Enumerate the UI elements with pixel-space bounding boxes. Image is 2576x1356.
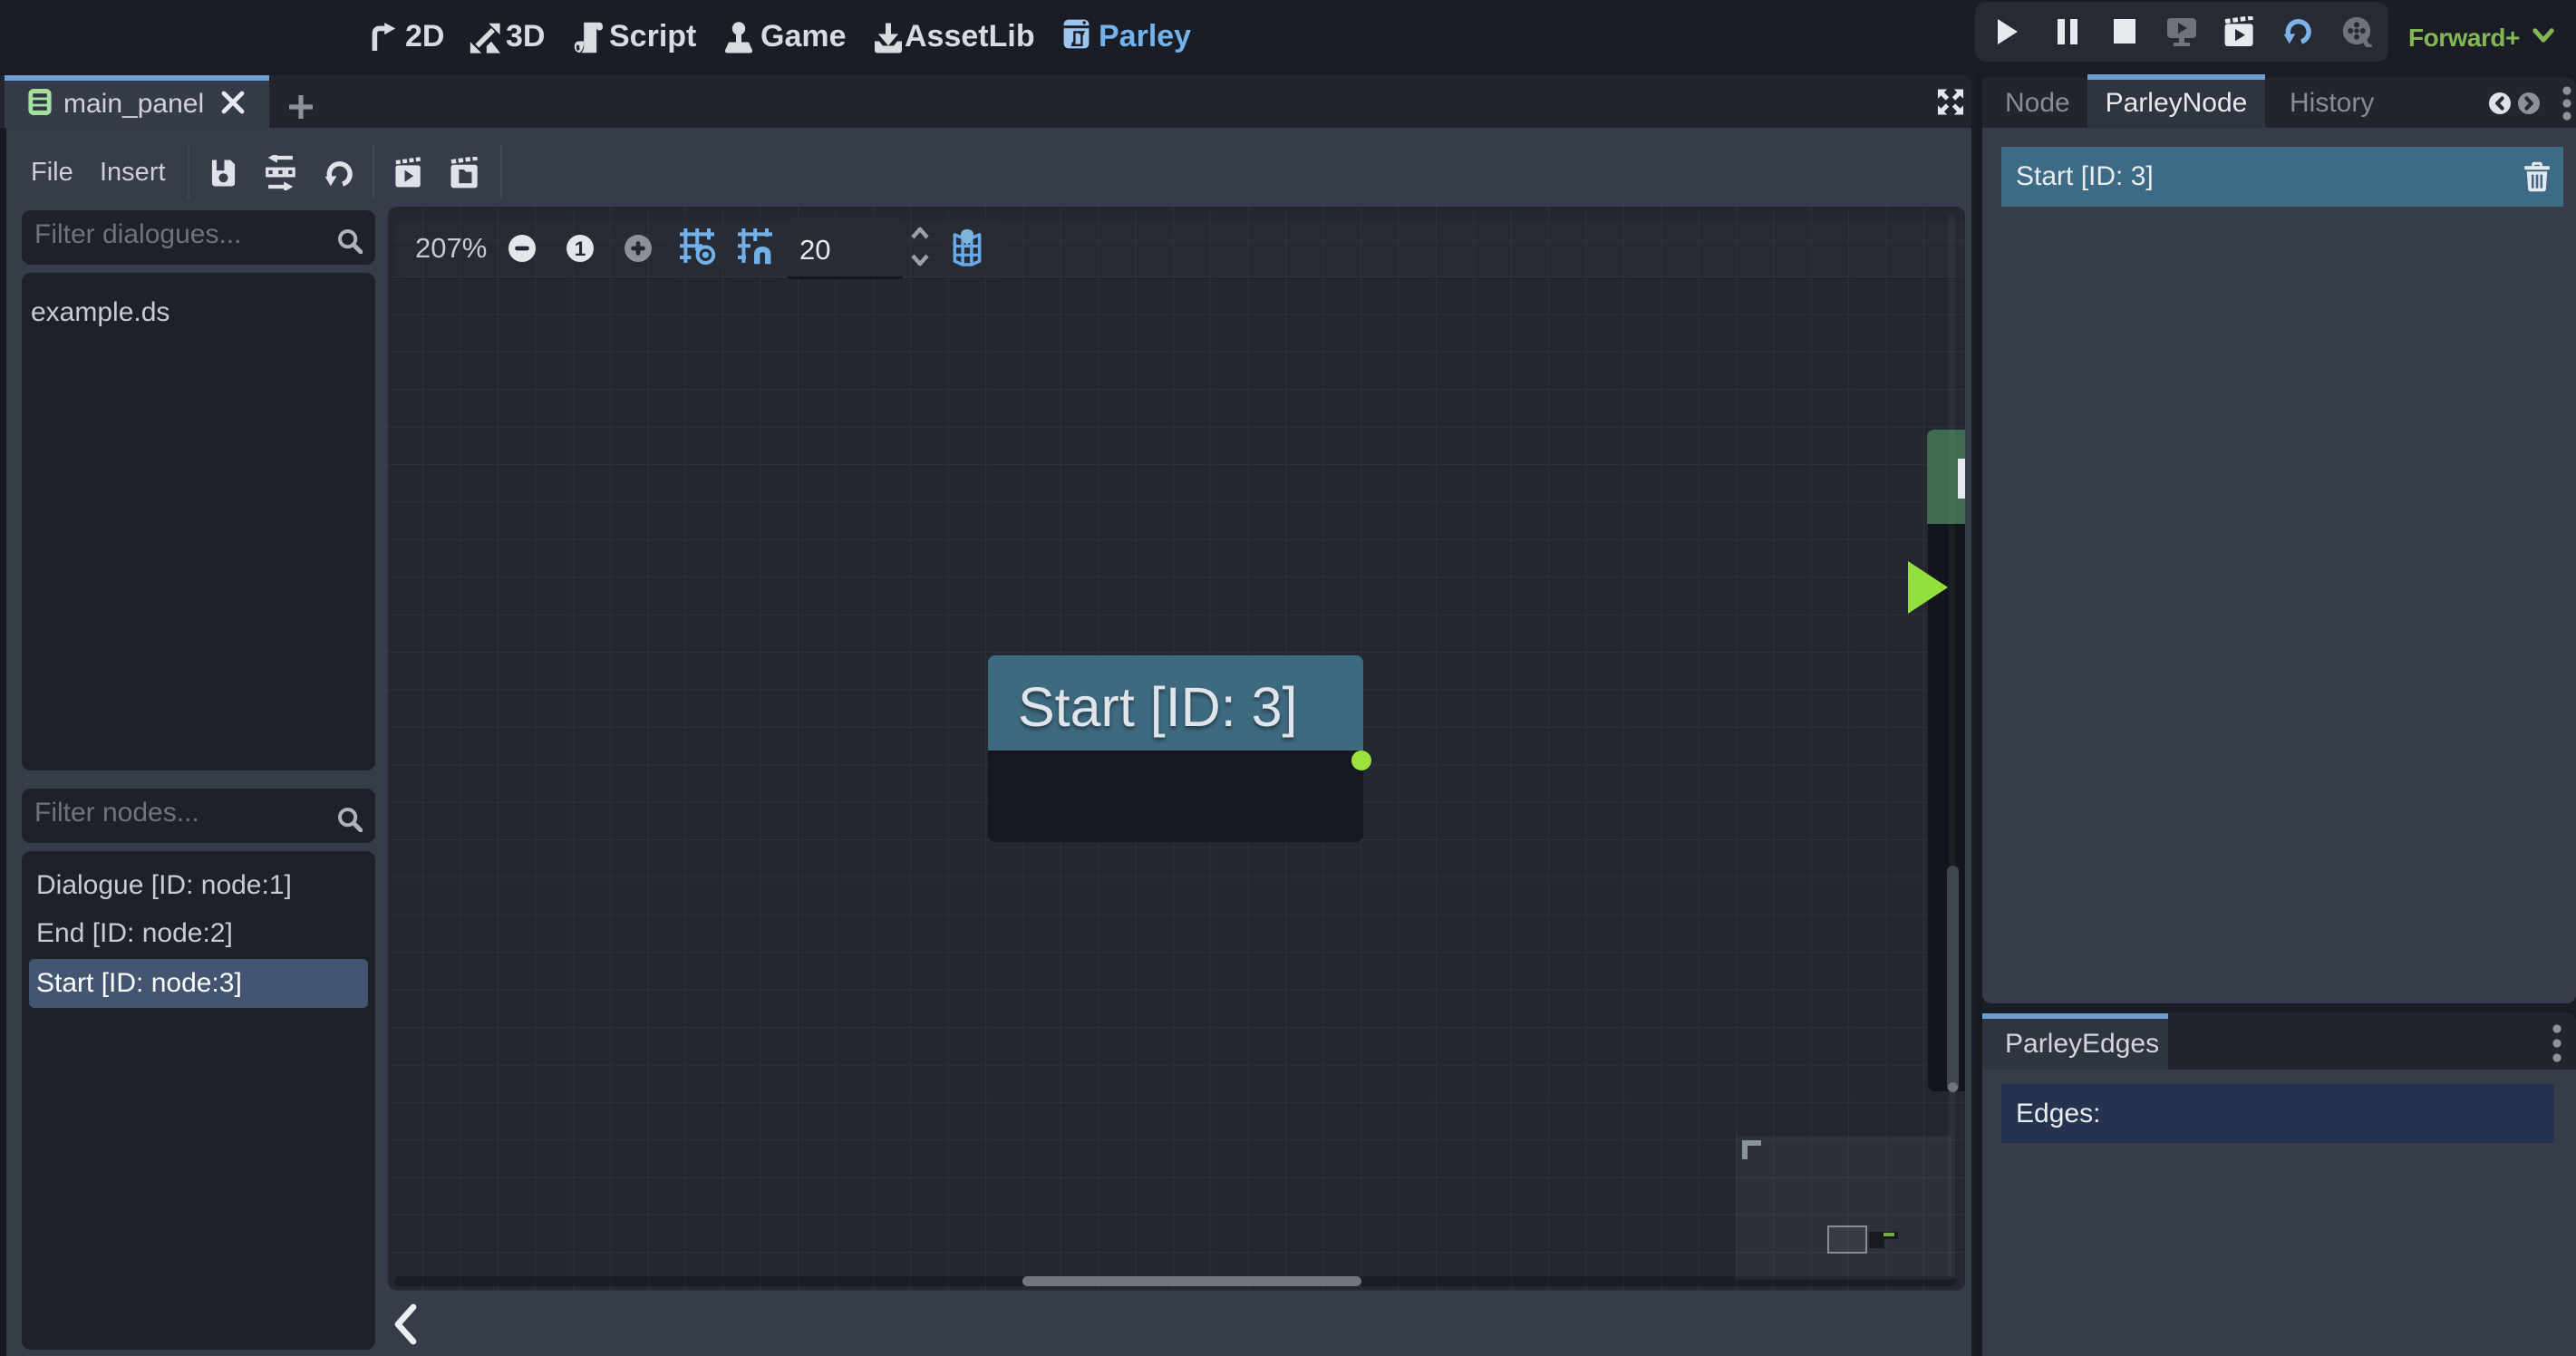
svg-text:1: 1 [575,237,586,260]
